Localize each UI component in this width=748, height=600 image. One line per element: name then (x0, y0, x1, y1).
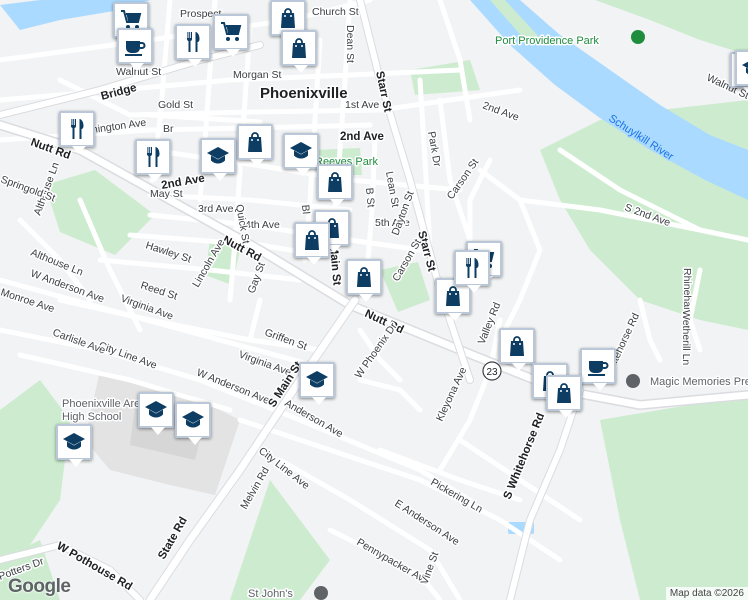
school-marker[interactable] (56, 424, 92, 467)
fork-knife-icon (141, 145, 165, 169)
graduation-cap-icon (62, 430, 86, 454)
coffee-marker[interactable] (117, 28, 153, 71)
shopping-bag-icon (243, 130, 267, 154)
school-marker[interactable] (175, 402, 211, 445)
coffee-cup-icon (123, 34, 147, 58)
street-label: Church St (312, 6, 359, 18)
graduation-cap-icon (741, 56, 748, 80)
park-dot-icon (631, 30, 645, 44)
shopping-bag-icon (300, 228, 324, 252)
shopping-bag-marker[interactable] (546, 375, 582, 418)
shopping-bag-marker[interactable] (499, 328, 535, 371)
school-marker[interactable] (283, 133, 319, 176)
street-label: Morgan St (233, 69, 282, 81)
shopping-bag-icon (552, 381, 576, 405)
street-label: Gold St (158, 99, 193, 111)
poi-label-high-school-1: Phoenixville Area (62, 398, 147, 410)
route-23-shield: 23 (482, 361, 502, 381)
restaurant-marker[interactable] (454, 250, 490, 293)
street-label: Br (163, 123, 174, 135)
shopping-bag-icon (505, 334, 529, 358)
street-label: Wetherill Ln (680, 310, 692, 365)
street-label: B St (363, 187, 377, 208)
graduation-cap-icon (305, 368, 329, 392)
google-logo: Google (8, 576, 71, 597)
street-label: Dean St (344, 25, 356, 63)
fork-knife-icon (460, 256, 484, 280)
school-marker[interactable] (200, 138, 236, 181)
street-label: Bl (299, 204, 312, 214)
graduation-cap-icon (206, 144, 230, 168)
map-canvas[interactable]: 23 Phoenixville Port Providence Park Ree… (0, 0, 748, 600)
shopping-bag-marker[interactable] (294, 222, 330, 265)
graduation-cap-icon (289, 139, 313, 163)
street-label: 3rd Ave (198, 203, 234, 215)
school-marker[interactable] (299, 362, 335, 405)
preschool-dot-icon (626, 374, 640, 388)
shopping-bag-marker[interactable] (237, 124, 273, 167)
shopping-bag-marker[interactable] (346, 259, 382, 302)
coffee-cup-icon (586, 354, 610, 378)
fork-knife-icon (65, 117, 89, 141)
svg-text:23: 23 (486, 367, 498, 378)
shopping-bag-icon (352, 265, 376, 289)
shopping-bag-icon (441, 284, 465, 308)
map-attribution[interactable]: Map data ©2026 (665, 587, 748, 600)
poi-label-magic-memories-1: Magic Memories Preschool and C (650, 376, 748, 388)
street-label: May St (150, 188, 183, 200)
school-marker[interactable] (138, 392, 174, 435)
restaurant-marker[interactable] (59, 111, 95, 154)
town-label: Phoenixville (260, 85, 348, 102)
shopping-cart-icon (219, 20, 243, 44)
street-label: 2nd Ave (340, 131, 384, 143)
school-marker[interactable] (735, 50, 748, 86)
park-label-port-providence: Port Providence Park (495, 35, 599, 47)
shopping-bag-icon (323, 170, 347, 194)
graduation-cap-icon (144, 398, 168, 422)
coffee-marker[interactable] (580, 348, 616, 391)
shopping-bag-icon (287, 36, 311, 60)
street-label: 1st Ave (345, 99, 379, 111)
poi-label-high-school-2: High School (62, 411, 121, 423)
church-dot-icon (314, 586, 328, 600)
shopping-bag-icon (276, 6, 300, 30)
shopping-bag-marker[interactable] (317, 164, 353, 207)
fork-knife-icon (181, 30, 205, 54)
restaurant-marker[interactable] (135, 139, 171, 182)
poi-label-st-johns: St John's (248, 588, 293, 600)
graduation-cap-icon (181, 408, 205, 432)
shopping-bag-marker[interactable] (281, 30, 317, 73)
restaurant-marker[interactable] (175, 24, 211, 67)
shopping-cart-marker[interactable] (213, 14, 249, 57)
